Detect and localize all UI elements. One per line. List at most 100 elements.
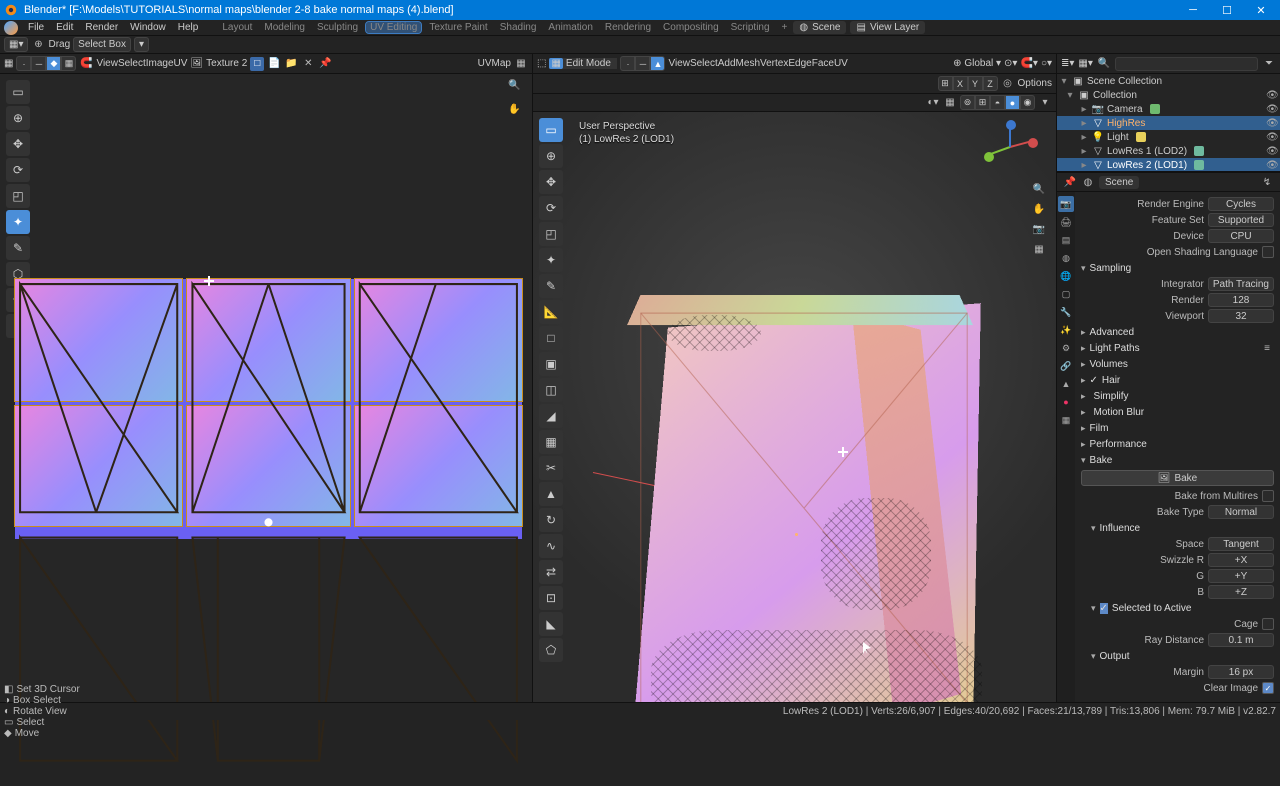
uv-menu-uv[interactable]: UV [174, 58, 188, 69]
motionblur-header[interactable]: ▸Motion Blur [1081, 404, 1274, 420]
feature-set-dd[interactable]: Supported [1208, 213, 1274, 227]
panel-volumes[interactable]: ▸Volumes [1081, 356, 1274, 372]
tab-compositing[interactable]: Compositing [659, 22, 723, 33]
move-tool-3d[interactable]: ✥ [539, 170, 563, 194]
close-button[interactable]: ✕ [1244, 0, 1278, 20]
tab-mesh[interactable]: ▲ [1058, 376, 1074, 392]
performance-header[interactable]: ▸Performance [1081, 436, 1274, 452]
measure-tool[interactable]: 📐 [539, 300, 563, 324]
outliner-display-dd[interactable]: ▦▾ [1078, 58, 1092, 69]
render-samples[interactable]: 128 [1208, 293, 1274, 307]
ray-distance[interactable]: 0.1 m [1208, 633, 1274, 647]
vp-menu-face[interactable]: Face [812, 58, 834, 69]
menu-render[interactable]: Render [85, 22, 118, 33]
snap-dd[interactable]: 🧲▾ [1020, 58, 1037, 69]
bevel-tool[interactable]: ◢ [539, 404, 563, 428]
nav-gizmo[interactable] [988, 124, 1036, 172]
osl-checkbox[interactable] [1262, 246, 1274, 258]
uv-menu-image[interactable]: Image [146, 58, 174, 69]
camera-icon[interactable]: 📷 [1032, 222, 1046, 236]
eye-icon[interactable]: 👁 [1266, 104, 1278, 115]
vp-menu-view[interactable]: View [668, 58, 690, 69]
edgeslide-tool[interactable]: ⇄ [539, 560, 563, 584]
menu-edit[interactable]: Edit [56, 22, 73, 33]
viewport-samples[interactable]: 32 [1208, 309, 1274, 323]
vp-menu-select[interactable]: Select [690, 58, 718, 69]
eye-icon[interactable]: 👁 [1266, 118, 1278, 129]
editor-type-3d[interactable]: ⬚ [537, 58, 546, 69]
eye-icon[interactable]: 👁 [1266, 90, 1278, 101]
tab-scene[interactable]: ◍ [1058, 250, 1074, 266]
scale-tool[interactable]: ◰ [6, 184, 30, 208]
multires-checkbox[interactable] [1262, 490, 1274, 502]
shear-tool[interactable]: ◣ [539, 612, 563, 636]
options-dd[interactable]: Options [1018, 78, 1052, 89]
transform-tool-3d[interactable]: ✦ [539, 248, 563, 272]
zoom-icon[interactable]: 🔍 [508, 80, 526, 98]
integrator-dd[interactable]: Path Tracing [1208, 277, 1274, 291]
scene-name[interactable]: Scene [1099, 176, 1139, 189]
bake-header[interactable]: ▾Bake [1081, 452, 1274, 468]
move-tool[interactable]: ✥ [6, 132, 30, 156]
vp-menu-edge[interactable]: Edge [788, 58, 811, 69]
rip-tool-3d[interactable]: ⬠ [539, 638, 563, 662]
rotate-tool-3d[interactable]: ⟳ [539, 196, 563, 220]
transform-gizmos[interactable]: ⊞XYZ [938, 76, 998, 91]
menu-file[interactable]: File [28, 22, 44, 33]
output-header[interactable]: ▾Output [1091, 648, 1274, 664]
tab-+[interactable]: + [778, 22, 792, 33]
overlay-icon[interactable]: ◐▾ [926, 96, 940, 110]
influence-header[interactable]: ▾Influence [1091, 520, 1274, 536]
tab-modifier[interactable]: 🔧 [1058, 304, 1074, 320]
pivot-dd[interactable]: ⊙▾ [1004, 58, 1017, 69]
tab-scripting[interactable]: Scripting [727, 22, 774, 33]
bake-button[interactable]: 🖼Bake [1081, 470, 1274, 486]
select-box-tool[interactable]: ▭ [539, 118, 563, 142]
sel2active-header[interactable]: ▾✓Selected to Active [1091, 600, 1274, 616]
pin-props-icon[interactable]: 📌 [1063, 175, 1077, 189]
sel2active-checkbox[interactable]: ✓ [1100, 603, 1108, 614]
outliner-search[interactable] [1115, 57, 1258, 71]
data-path-icon[interactable]: ↯ [1260, 175, 1274, 189]
hand-icon[interactable]: ✋ [508, 104, 526, 122]
shrink-tool[interactable]: ⊡ [539, 586, 563, 610]
menu-window[interactable]: Window [130, 22, 166, 33]
proportional-dd[interactable]: ○▾ [1041, 58, 1052, 69]
smooth-tool[interactable]: ∿ [539, 534, 563, 558]
tab-constraint[interactable]: 🔗 [1058, 358, 1074, 374]
tab-modeling[interactable]: Modeling [260, 22, 309, 33]
menu-help[interactable]: Help [178, 22, 199, 33]
inset-tool[interactable]: ◫ [539, 378, 563, 402]
polybuild-tool[interactable]: ▲ [539, 482, 563, 506]
tab-rendering[interactable]: Rendering [601, 22, 655, 33]
pin-icon[interactable]: 📌 [318, 57, 332, 71]
render-engine-dd[interactable]: Cycles [1208, 197, 1274, 211]
tab-sculpting[interactable]: Sculpting [313, 22, 362, 33]
snap-icon[interactable]: 🧲 [79, 57, 93, 71]
swizzle-r[interactable]: +X [1208, 553, 1274, 567]
gizmo-toggle-icon[interactable]: ◎ [1001, 77, 1015, 91]
open-image-icon[interactable]: 📁 [284, 57, 298, 71]
tab-render[interactable]: 📷 [1058, 196, 1074, 212]
orientation-dd[interactable]: ⊕ Global ▾ [953, 58, 1001, 69]
swizzle-g[interactable]: +Y [1208, 569, 1274, 583]
panel-advanced[interactable]: ▸Advanced [1081, 324, 1274, 340]
mode-dropdown[interactable]: ▦Edit Mode [549, 58, 617, 69]
eye-icon[interactable]: 👁 [1266, 160, 1278, 171]
outliner-row[interactable]: ▸💡Light👁 [1057, 130, 1280, 144]
uv-menu-view[interactable]: View [96, 58, 118, 69]
unlink-image-icon[interactable]: ✕ [301, 57, 315, 71]
sampling-header[interactable]: ▾Sampling [1081, 260, 1274, 276]
shading-opts-icon[interactable]: ▾ [1038, 96, 1052, 110]
shading-modes[interactable]: ⊚⊞◓●◉ [960, 95, 1035, 110]
outliner-type-dd[interactable]: ≣▾ [1061, 58, 1074, 69]
bake-type-dd[interactable]: Normal [1208, 505, 1274, 519]
tab-texture[interactable]: ▦ [1058, 412, 1074, 428]
tab-world[interactable]: 🌐 [1058, 268, 1074, 284]
scene-dropdown[interactable]: ◍Scene [793, 21, 846, 34]
uv-canvas[interactable] [15, 279, 522, 539]
uv-select-mode-group[interactable]: ·─◆▦ [16, 56, 76, 71]
panel-light-paths[interactable]: ▸Light Paths≡ [1081, 340, 1274, 356]
swizzle-b[interactable]: +Z [1208, 585, 1274, 599]
uv-editor-type[interactable]: ▦ [4, 58, 13, 69]
